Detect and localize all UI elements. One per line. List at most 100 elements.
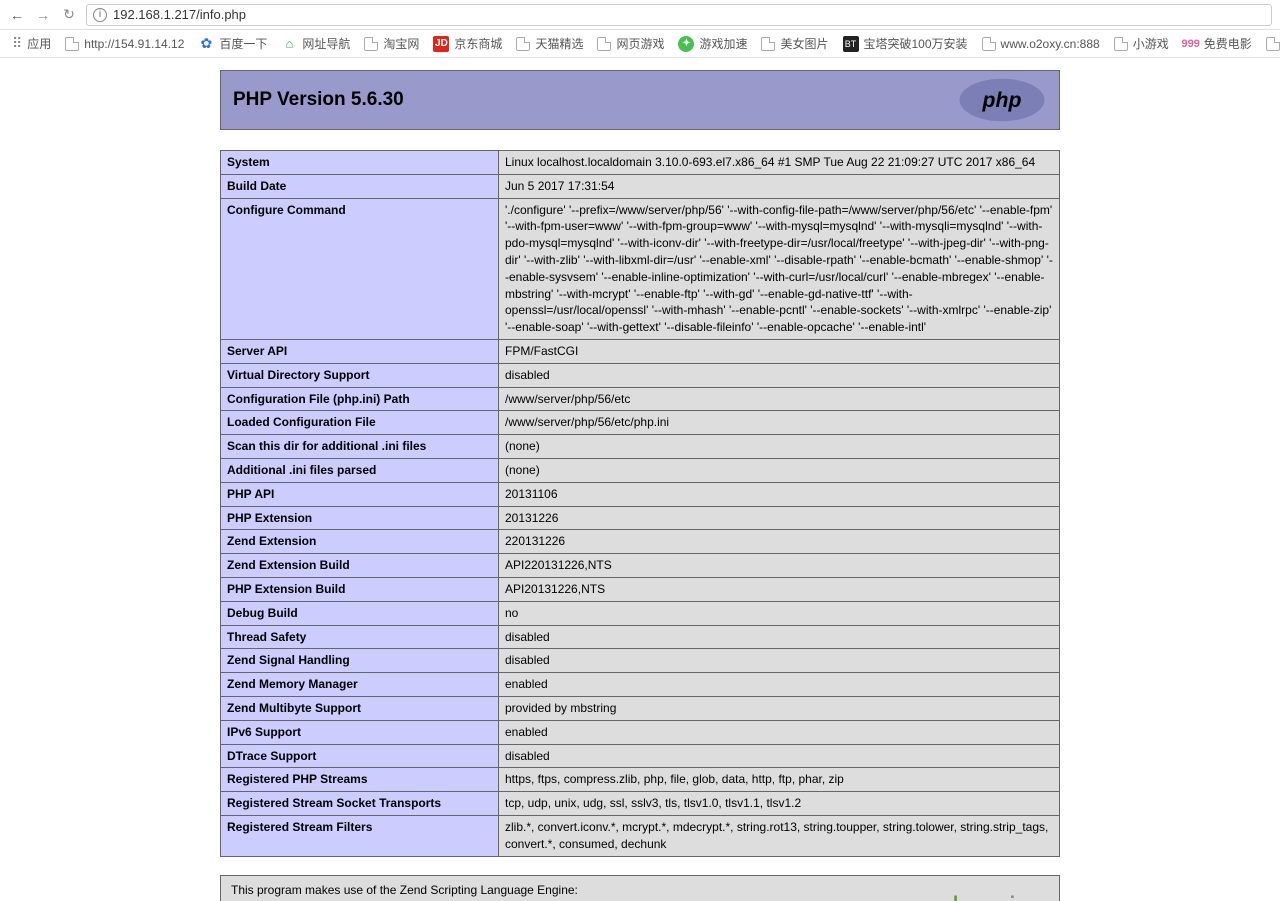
bookmark-item[interactable]: 小游戏 [1114,35,1169,52]
page-icon [982,37,996,51]
page-icon [364,37,378,51]
table-row: PHP Extension20131226 [221,506,1060,530]
bookmark-item[interactable]: ✦ 游戏加速 [678,35,747,52]
table-row: Thread Safetydisabled [221,625,1060,649]
apps-label: 应用 [27,35,51,52]
property-name: Zend Extension [221,530,499,554]
property-name: DTrace Support [221,744,499,768]
table-row: IPv6 Supportenabled [221,720,1060,744]
bookmark-label: 小游戏 [1133,35,1169,52]
property-value: disabled [499,625,1060,649]
bookmark-item[interactable]: http://154.91.14.12 [65,37,184,51]
property-value: provided by mbstring [499,696,1060,720]
property-value: https, ftps, compress.zlib, php, file, g… [499,768,1060,792]
bookmark-label: 网页游戏 [616,35,664,52]
property-name: Registered Stream Socket Transports [221,792,499,816]
property-value: 20131106 [499,482,1060,506]
property-name: Loaded Configuration File [221,411,499,435]
property-value: disabled [499,744,1060,768]
property-value: disabled [499,649,1060,673]
table-row: DTrace Supportdisabled [221,744,1060,768]
page-icon [516,37,530,51]
table-row: Configure Command'./configure' '--prefix… [221,198,1060,339]
property-name: Zend Memory Manager [221,673,499,697]
property-value: 220131226 [499,530,1060,554]
zend-engine-box: This program makes use of the Zend Scrip… [220,875,1060,901]
table-row: Zend Multibyte Supportprovided by mbstri… [221,696,1060,720]
property-name: System [221,151,499,175]
property-value: API220131226,NTS [499,554,1060,578]
property-value: disabled [499,363,1060,387]
bookmark-label: 天猫精选 [535,35,583,52]
property-value: (none) [499,435,1060,459]
page-icon [761,37,775,51]
property-name: Zend Multibyte Support [221,696,499,720]
bookmark-item[interactable]: 999免费电影 [1183,35,1252,52]
table-row: Build DateJun 5 2017 17:31:54 [221,174,1060,198]
movie-icon: 999 [1183,36,1199,52]
url-bar[interactable]: i 192.168.1.217/info.php [86,4,1272,26]
bookmark-item[interactable]: ✿ 百度一下 [198,35,267,52]
bookmark-label: 宝塔突破100万安装 [864,35,968,52]
property-name: Zend Extension Build [221,554,499,578]
property-value: tcp, udp, unix, udg, ssl, sslv3, tls, tl… [499,792,1060,816]
bookmark-label: 京东商城 [454,35,502,52]
bookmark-item[interactable]: BT宝塔突破100万安装 [843,35,968,52]
page-icon [1266,37,1280,51]
back-button[interactable]: ← [8,6,26,24]
forward-button[interactable]: → [34,6,52,24]
baidu-icon: ✿ [198,36,214,52]
info-icon[interactable]: i [93,8,107,22]
property-value: enabled [499,673,1060,697]
table-row: Loaded Configuration File/www/server/php… [221,411,1060,435]
property-name: Build Date [221,174,499,198]
property-name: Thread Safety [221,625,499,649]
table-row: Zend Memory Managerenabled [221,673,1060,697]
property-value: no [499,601,1060,625]
property-name: Additional .ini files parsed [221,458,499,482]
table-row: PHP Extension BuildAPI20131226,NTS [221,577,1060,601]
property-name: Zend Signal Handling [221,649,499,673]
table-row: Server APIFPM/FastCGI [221,339,1060,363]
property-name: Registered Stream Filters [221,815,499,856]
page-title: PHP Version 5.6.30 [233,89,404,111]
bookmark-item[interactable]: 网 [1266,35,1280,52]
bookmark-item[interactable]: www.o2oxy.cn:888 [982,37,1100,51]
property-name: PHP API [221,482,499,506]
apps-button[interactable]: ⠿ 应用 [12,35,51,52]
property-name: Scan this dir for additional .ini files [221,435,499,459]
page-icon [597,37,611,51]
bookmark-item[interactable]: JD 京东商城 [433,35,502,52]
bookmark-label: 淘宝网 [383,35,419,52]
table-row: Scan this dir for additional .ini files(… [221,435,1060,459]
table-row: Configuration File (php.ini) Path/www/se… [221,387,1060,411]
bookmark-item[interactable]: 淘宝网 [364,35,419,52]
property-value: zlib.*, convert.iconv.*, mcrypt.*, mdecr… [499,815,1060,856]
browser-navigation: ← → ↻ i 192.168.1.217/info.php [0,0,1280,30]
bookmark-label: http://154.91.14.12 [84,37,184,51]
bookmark-item[interactable]: ⌂网址导航 [281,35,350,52]
accelerate-icon: ✦ [678,36,694,52]
property-name: PHP Extension [221,506,499,530]
zend-text: This program makes use of the Zend Scrip… [231,882,659,901]
bookmark-label: 游戏加速 [699,35,747,52]
property-value: (none) [499,458,1060,482]
bookmark-item[interactable]: 网页游戏 [597,35,664,52]
property-name: Configure Command [221,198,499,339]
jd-icon: JD [433,36,449,52]
table-row: Registered Stream Filterszlib.*, convert… [221,815,1060,856]
phpinfo-table: SystemLinux localhost.localdomain 3.10.0… [220,150,1060,857]
table-row: Zend Extension BuildAPI220131226,NTS [221,554,1060,578]
table-row: Virtual Directory Supportdisabled [221,363,1060,387]
bookmark-item[interactable]: 美女图片 [761,35,828,52]
reload-button[interactable]: ↻ [60,6,78,24]
bookmark-label: 网址导航 [302,35,350,52]
phpinfo-header: PHP Version 5.6.30 php [220,70,1060,130]
property-value: Jun 5 2017 17:31:54 [499,174,1060,198]
page-content: PHP Version 5.6.30 php SystemLinux local… [0,58,1280,901]
url-text: 192.168.1.217/info.php [113,7,246,22]
php-logo: php [957,77,1047,123]
bookmark-label: 百度一下 [219,35,267,52]
property-name: Virtual Directory Support [221,363,499,387]
bookmark-item[interactable]: 天猫精选 [516,35,583,52]
